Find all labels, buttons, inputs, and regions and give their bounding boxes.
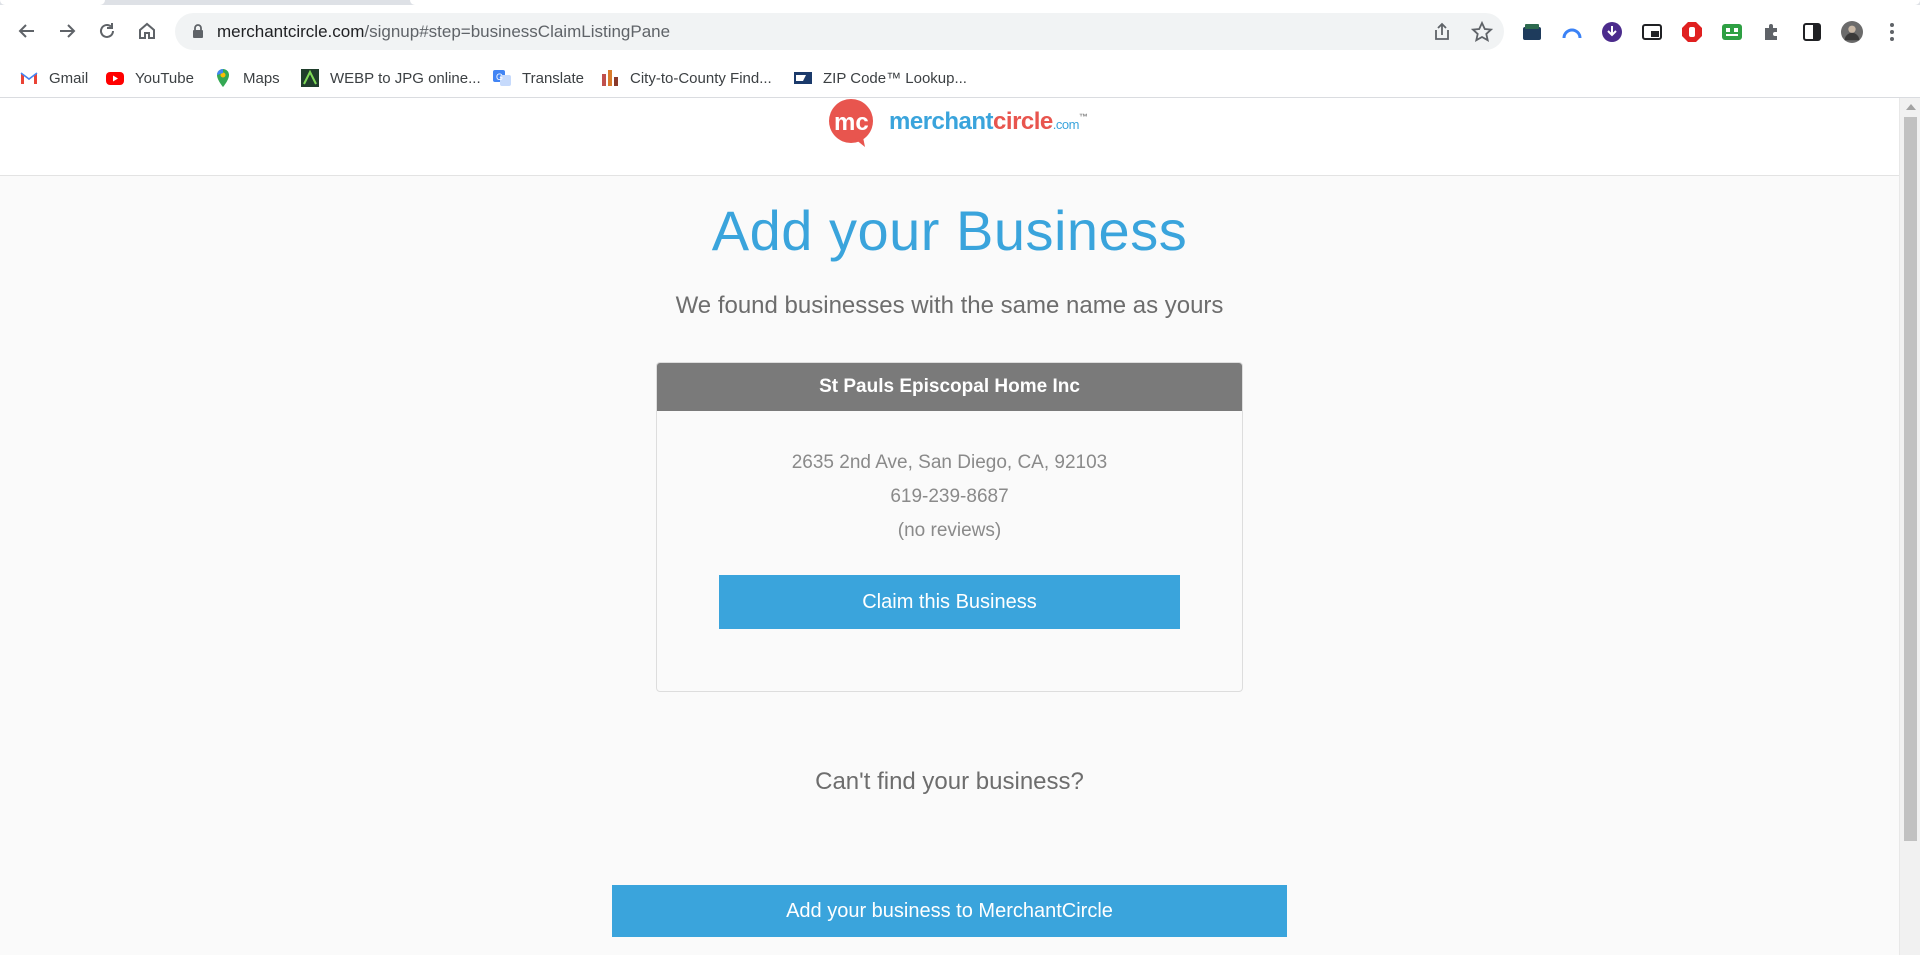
bookmark-label: Maps [243,69,280,87]
page-subtitle: We found businesses with the same name a… [675,292,1224,319]
bookmark-label: YouTube [135,69,194,87]
extension-download-icon[interactable] [1600,20,1624,44]
page-viewport: mc merchantcircle.com™ Add your Business… [0,98,1920,955]
extension-green-icon[interactable] [1720,20,1744,44]
business-listing-card: St Pauls Episcopal Home Inc 2635 2nd Ave… [656,362,1243,692]
extension-arc-icon[interactable] [1560,20,1584,44]
back-button[interactable] [11,15,43,47]
url-path: /signup#step=businessClaimListingPane [364,22,671,41]
listing-address: 2635 2nd Ave, San Diego, CA, 92103 [791,452,1108,473]
vertical-scrollbar[interactable] [1899,98,1920,955]
extension-wallet-icon[interactable] [1520,20,1544,44]
home-button[interactable] [131,15,163,47]
cant-find-text: Can't find your business? [815,768,1084,795]
logo-tm: ™ [1078,112,1088,122]
bookmark-label: Translate [522,69,584,87]
logo-domain: .com [1052,117,1080,132]
merchantcircle-logo[interactable]: mc merchantcircle.com™ [825,98,1088,147]
picture-in-picture-icon[interactable] [1640,20,1664,44]
bookmark-city-county[interactable]: City-to-County Find... [600,67,772,89]
profile-avatar-icon[interactable] [1840,20,1864,44]
logo-merchant: merchant [889,108,994,135]
add-business-button[interactable]: Add your business to MerchantCircle [612,885,1287,937]
bookmark-label: City-to-County Find... [630,69,772,87]
bookmark-label: WEBP to JPG online... [330,69,481,87]
home-icon [139,22,155,39]
site-header: mc merchantcircle.com™ [0,98,1899,176]
usps-icon [793,68,813,88]
browser-toolbar: merchantcircle.com/signup#step=businessC… [0,5,1920,58]
claim-business-button[interactable]: Claim this Business [719,575,1180,629]
bookmarks-bar: Gmail YouTube Maps WEBP to JPG online...… [0,58,1920,98]
listing-reviews: (no reviews) [897,520,1002,541]
reload-icon [100,23,114,38]
page-title: Add your Business [711,199,1188,262]
youtube-icon [105,68,125,88]
translate-icon: G [492,68,512,88]
bookmark-zip-code[interactable]: ZIP Code™ Lookup... [793,67,967,89]
logo-wordmark: merchantcircle.com™ [889,108,1088,136]
svg-text:G: G [496,72,503,82]
bookmark-star-icon[interactable] [1471,21,1493,43]
share-icon[interactable] [1431,21,1453,43]
webp-converter-icon [300,68,320,88]
scrollbar-thumb[interactable] [1904,117,1917,841]
city-county-icon [600,68,620,88]
gmail-icon [19,68,39,88]
url-host: merchantcircle.com [217,22,365,41]
address-bar[interactable]: merchantcircle.com/signup#step=businessC… [175,13,1504,50]
logo-badge-text: mc [834,109,869,136]
maps-icon [213,68,233,88]
bookmark-label: Gmail [49,69,89,87]
listing-name: St Pauls Episcopal Home Inc [657,363,1242,411]
forward-arrow-icon [60,24,76,38]
scroll-up-arrow-icon[interactable] [1906,104,1916,110]
logo-circle: circle [993,108,1053,135]
back-arrow-icon [18,24,34,38]
bookmark-youtube[interactable]: YouTube [105,67,194,89]
forward-button[interactable] [51,15,83,47]
bookmark-maps[interactable]: Maps [213,67,280,89]
bookmark-webp[interactable]: WEBP to JPG online... [300,67,481,89]
bookmark-translate[interactable]: G Translate [492,67,584,89]
bookmark-gmail[interactable]: Gmail [19,67,88,89]
url-text[interactable]: merchantcircle.com/signup#step=businessC… [217,22,670,42]
mc-badge-icon: mc [825,99,881,147]
reload-button[interactable] [91,15,123,47]
extension-adblock-icon[interactable] [1680,20,1704,44]
more-menu-icon[interactable] [1880,20,1904,44]
extensions-puzzle-icon[interactable] [1760,20,1784,44]
listing-phone: 619-239-8687 [890,486,1009,507]
lock-icon [193,24,203,38]
bookmark-label: ZIP Code™ Lookup... [823,69,967,87]
side-panel-icon[interactable] [1800,20,1824,44]
